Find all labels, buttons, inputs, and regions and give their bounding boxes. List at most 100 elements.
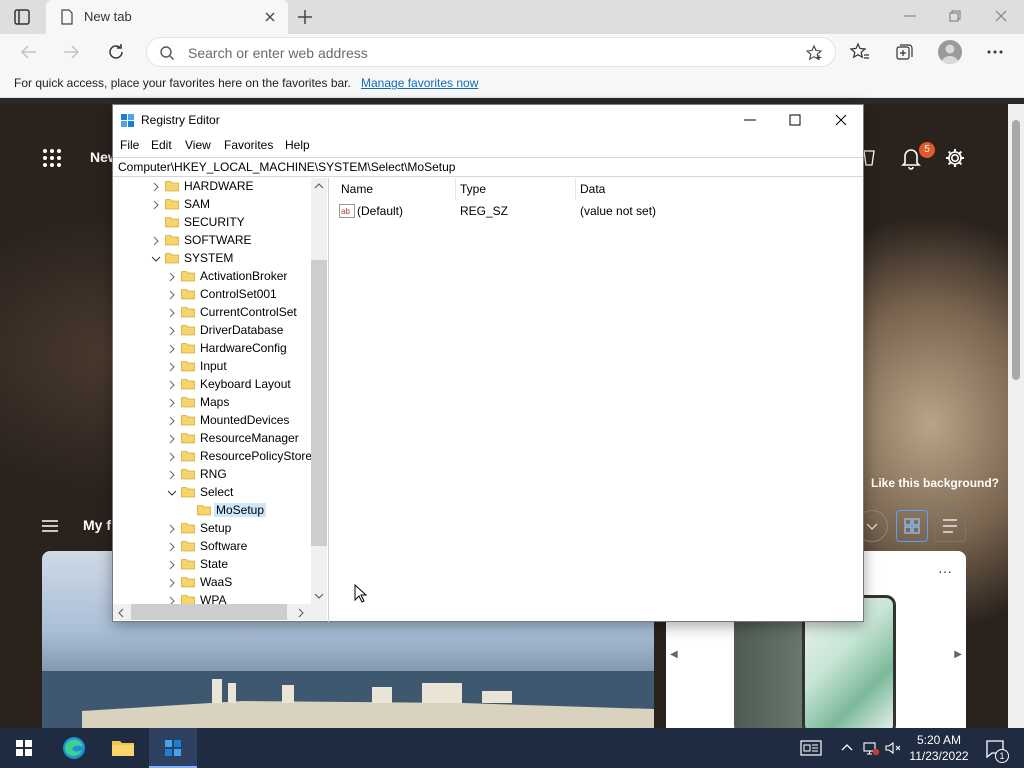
registry-minimize-icon[interactable]	[741, 111, 759, 129]
column-separator[interactable]	[575, 178, 576, 200]
close-window-icon[interactable]	[991, 6, 1011, 26]
chevron-right-icon[interactable]	[151, 200, 161, 210]
tree-hscroll-thumb[interactable]	[131, 604, 287, 620]
list-view-button[interactable]	[934, 510, 966, 542]
registry-editor-icon	[121, 114, 134, 127]
rewards-cup-icon[interactable]	[862, 148, 876, 168]
card-more-options[interactable]: ···	[938, 563, 952, 579]
profile-avatar[interactable]	[938, 40, 962, 64]
taskbar-registry-editor-button[interactable]	[149, 728, 197, 768]
chevron-right-icon[interactable]	[167, 578, 177, 588]
column-header-type[interactable]: Type	[460, 182, 486, 200]
chevron-right-icon[interactable]	[167, 560, 177, 570]
chevron-right-icon[interactable]	[167, 434, 177, 444]
close-tab-icon[interactable]	[262, 9, 278, 25]
news-widget-icon[interactable]	[800, 739, 822, 757]
network-icon[interactable]	[862, 739, 880, 757]
page-scrollbar-thumb[interactable]	[1012, 120, 1020, 380]
tree-item-label: MountedDevices	[200, 413, 290, 427]
chevron-right-icon[interactable]	[167, 398, 177, 408]
column-header-data[interactable]: Data	[580, 182, 605, 200]
taskbar-clock[interactable]: 5:20 AM 11/23/2022	[906, 732, 972, 764]
menu-edit[interactable]: Edit	[151, 138, 172, 152]
registry-maximize-icon[interactable]	[786, 111, 804, 129]
refresh-icon[interactable]	[105, 41, 127, 63]
chevron-right-icon[interactable]	[167, 344, 177, 354]
scrollbar-corner	[311, 604, 327, 620]
folder-icon	[181, 433, 195, 444]
taskbar-file-explorer-button[interactable]	[99, 728, 147, 768]
column-header-name[interactable]: Name	[341, 182, 373, 200]
registry-close-icon[interactable]	[832, 111, 850, 129]
app-launcher-icon[interactable]	[42, 148, 62, 168]
chevron-right-icon[interactable]	[151, 182, 161, 192]
chevron-right-icon[interactable]	[167, 272, 177, 282]
menu-view[interactable]: View	[185, 138, 211, 152]
scroll-right-icon[interactable]	[297, 608, 305, 618]
menu-file[interactable]: File	[120, 138, 139, 152]
chevron-right-icon[interactable]	[167, 326, 177, 336]
chevron-up-icon[interactable]	[838, 739, 856, 757]
browser-tab-bar: New tab	[0, 0, 1024, 34]
chevron-right-icon[interactable]	[151, 236, 161, 246]
add-favorite-icon[interactable]	[805, 44, 823, 62]
chevron-right-icon[interactable]	[167, 470, 177, 480]
more-options-icon[interactable]	[984, 41, 1006, 63]
chevron-right-icon[interactable]	[167, 542, 177, 552]
chevron-right-icon[interactable]	[167, 380, 177, 390]
tree-vscroll-thumb[interactable]	[311, 260, 327, 546]
tree-item-label: SOFTWARE	[184, 233, 252, 247]
chevron-right-icon[interactable]	[167, 416, 177, 426]
hamburger-menu-icon[interactable]	[40, 518, 60, 534]
column-separator[interactable]	[455, 178, 456, 200]
tree-item-label: Keyboard Layout	[200, 377, 291, 391]
tree-item-label: MoSetup	[214, 503, 267, 517]
chevron-right-icon[interactable]	[167, 362, 177, 372]
scroll-left-icon[interactable]	[117, 608, 125, 618]
scroll-up-icon[interactable]	[314, 182, 324, 190]
chevron-down-icon[interactable]	[151, 254, 161, 264]
new-tab-button[interactable]	[294, 6, 316, 28]
registry-menu-bar: File Edit View Favorites Help	[113, 136, 863, 156]
carousel-left-arrow[interactable]: ◀	[670, 649, 678, 660]
tree-item-label: ResourceManager	[200, 431, 299, 445]
manage-favorites-link[interactable]: Manage favorites now	[361, 76, 478, 90]
menu-favorites[interactable]: Favorites	[224, 138, 273, 152]
restore-icon[interactable]	[945, 6, 965, 26]
tab-title: New tab	[84, 9, 132, 24]
value-data: (value not set)	[580, 204, 657, 218]
collections-icon[interactable]	[893, 41, 915, 63]
chevron-right-icon[interactable]	[167, 308, 177, 318]
background-prompt[interactable]: Like this background?	[871, 476, 999, 490]
taskbar-edge-button[interactable]	[50, 728, 98, 768]
page-scrollbar[interactable]	[1008, 104, 1024, 728]
settings-gear-icon[interactable]	[944, 147, 966, 169]
chevron-right-icon[interactable]	[167, 290, 177, 300]
menu-help[interactable]: Help	[285, 138, 310, 152]
folder-icon	[181, 289, 195, 300]
registry-address-bar[interactable]: Computer\HKEY_LOCAL_MACHINE\SYSTEM\Selec…	[113, 157, 863, 177]
scroll-down-icon[interactable]	[314, 592, 324, 600]
tree-item-label: Maps	[200, 395, 230, 409]
tree-vertical-scrollbar[interactable]	[311, 178, 327, 604]
back-arrow-icon[interactable]	[18, 41, 40, 63]
chevron-right-icon[interactable]	[167, 524, 177, 534]
chevron-right-icon[interactable]	[167, 452, 177, 462]
registry-editor-icon	[165, 740, 181, 756]
address-bar[interactable]: Search or enter web address	[146, 37, 836, 67]
volume-muted-icon[interactable]	[884, 739, 902, 757]
tree-item-label: ResourcePolicyStore	[200, 449, 313, 463]
folder-icon	[181, 271, 195, 282]
registry-title-bar[interactable]: Registry Editor	[113, 105, 863, 135]
chevron-down-icon[interactable]	[167, 488, 177, 498]
start-button[interactable]	[0, 728, 48, 768]
tab-new-tab[interactable]: New tab	[46, 0, 288, 34]
grid-view-button[interactable]	[896, 510, 928, 542]
folder-icon	[181, 343, 195, 354]
minimize-icon[interactable]	[900, 6, 920, 26]
favorites-icon[interactable]	[849, 41, 871, 63]
tree-horizontal-scrollbar[interactable]	[113, 604, 311, 620]
forward-arrow-icon[interactable]	[60, 41, 82, 63]
carousel-right-arrow[interactable]: ▶	[954, 649, 962, 660]
tab-actions-icon[interactable]	[12, 7, 32, 27]
